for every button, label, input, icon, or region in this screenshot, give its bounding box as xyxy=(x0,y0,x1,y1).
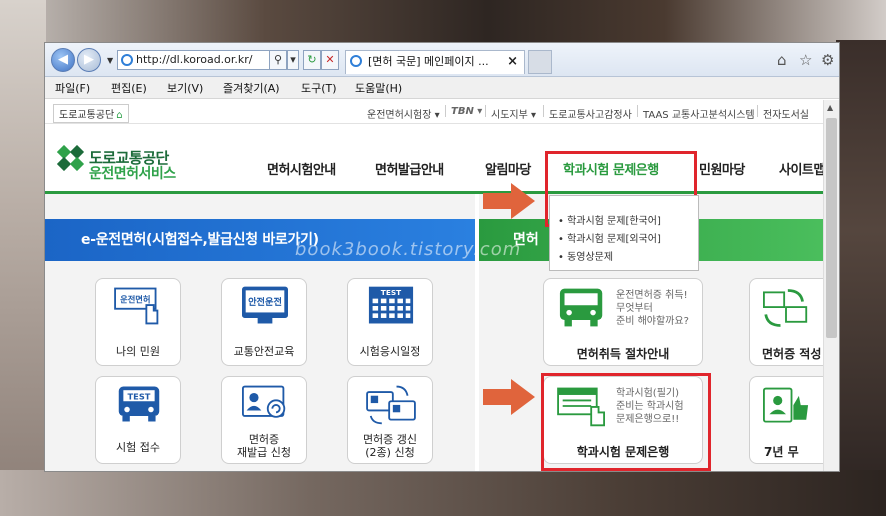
nav-issue-guide[interactable]: 면허발급안내 xyxy=(375,159,444,178)
koroad-logo-icon[interactable] xyxy=(57,145,87,171)
util-link-branch[interactable]: 시도지부 ▾ xyxy=(491,106,536,121)
dropdown-item-video[interactable]: • 동영상문제 xyxy=(558,248,613,263)
card-label: 면허증 갱신 (2종) 신청 xyxy=(362,433,418,459)
site-header: 도로교통공단 운전면허서비스 면허시험안내 면허발급안내 알림마당 학과시험 문… xyxy=(45,125,839,191)
refresh-icon[interactable]: ↻ xyxy=(303,50,321,70)
divider xyxy=(485,105,486,117)
nav-civil-service[interactable]: 민원마당 xyxy=(699,159,745,178)
tab-ie-icon xyxy=(350,55,362,67)
desktop-background-left xyxy=(0,0,46,516)
card-note: 운전면허증 취득! 무엇부터 준비 해야할까요? xyxy=(616,290,689,327)
calendar-icon: TEST xyxy=(368,286,414,324)
license-thumbs-up-icon xyxy=(763,387,809,423)
dropdown-item-foreign[interactable]: • 학과시험 문제[외국어] xyxy=(558,230,661,245)
watermark-text: book3book.tistory.com xyxy=(295,239,522,260)
card-exam-registration[interactable]: TEST 시험 접수 xyxy=(95,376,181,464)
card-renewal[interactable]: 면허증 갱신 (2종) 신청 xyxy=(347,376,433,464)
bus-icon: TEST xyxy=(118,386,160,422)
util-link-library[interactable]: 전자도서실 xyxy=(763,106,809,121)
url-text: http://dl.koroad.or.kr/ xyxy=(136,53,253,66)
arrow-right-icon xyxy=(483,379,535,415)
desktop-background-bottom xyxy=(0,470,886,516)
menu-bar: 파일(F) 편집(E) 보기(V) 즐겨찾기(A) 도구(T) 도움말(H) xyxy=(45,77,839,99)
logo-subtitle[interactable]: 운전면허서비스 xyxy=(89,163,176,183)
scroll-up-icon[interactable]: ▲ xyxy=(827,103,833,112)
card-label: 교통안전교육 xyxy=(233,345,295,358)
vertical-scrollbar[interactable]: ▲ xyxy=(823,100,839,471)
settings-gear-icon[interactable]: ⚙ xyxy=(821,51,834,69)
search-icon[interactable]: ⚲ xyxy=(269,50,287,70)
license-icon-text: 운전면허 xyxy=(120,294,150,304)
divider xyxy=(543,105,544,117)
divider xyxy=(445,105,446,117)
new-tab-button[interactable] xyxy=(528,50,552,74)
license-reissue-icon xyxy=(242,385,286,418)
desktop-background-right xyxy=(836,40,886,516)
e-license-panel: e-운전면허(시험접수,발급신청 바로가기) 운전면허 나의 민원 안전운전 교… xyxy=(45,194,475,471)
monitor-icon-text: 안전운전 xyxy=(248,296,282,308)
url-dropdown-icon[interactable]: ▾ xyxy=(287,50,299,70)
question-bank-dropdown: • 학과시험 문제[한국어] • 학과시험 문제[외국어] • 동영상문제 xyxy=(549,195,699,271)
card-label: 면허증 재발급 신청 xyxy=(236,433,292,459)
dropdown-item-korean[interactable]: • 학과시험 문제[한국어] xyxy=(558,212,661,227)
nav-exam-guide[interactable]: 면허시험안내 xyxy=(267,159,336,178)
card-my-civil[interactable]: 운전면허 나의 민원 xyxy=(95,278,181,366)
bus-icon-text: TEST xyxy=(128,391,151,401)
divider xyxy=(757,105,758,117)
stop-icon[interactable]: ✕ xyxy=(321,50,339,70)
green-bus-icon xyxy=(559,288,603,327)
card-safety-education[interactable]: 안전운전 교통안전교육 xyxy=(221,278,307,366)
url-input[interactable]: http://dl.koroad.or.kr/ xyxy=(117,50,287,70)
scrollbar-thumb[interactable] xyxy=(826,118,837,338)
history-dropdown-icon[interactable]: ▼ xyxy=(107,56,113,65)
browser-window: ◀ ▶ ▼ http://dl.koroad.or.kr/ ⚲ ▾ ↻ ✕ [면… xyxy=(44,42,840,472)
koroad-home-link[interactable]: 도로교통공단 ⌂ xyxy=(53,104,129,123)
tab-title: [면허 국문] 메인페이지 ... xyxy=(368,55,489,68)
menu-tools[interactable]: 도구(T) xyxy=(301,80,337,96)
utility-bar: 도로교통공단 ⌂ 운전면허시험장 ▾ TBN ▾ 시도지부 ▾ 도로교통사고감정사… xyxy=(45,100,839,124)
ie-icon xyxy=(121,54,133,66)
card-exam-schedule[interactable]: TEST 시험응시일정 xyxy=(347,278,433,366)
forward-button[interactable]: ▶ xyxy=(77,48,101,72)
arrow-right-icon xyxy=(483,183,535,219)
back-button[interactable]: ◀ xyxy=(51,48,75,72)
nav-notice[interactable]: 알림마당 xyxy=(485,159,531,178)
address-bar: ◀ ▶ ▼ http://dl.koroad.or.kr/ ⚲ ▾ ↻ ✕ [면… xyxy=(45,43,839,77)
home-icon[interactable]: ⌂ xyxy=(777,51,787,69)
desktop-background-top xyxy=(0,0,886,44)
menu-edit[interactable]: 편집(E) xyxy=(111,80,147,96)
license-renewal-icon xyxy=(366,385,416,425)
util-link-taas[interactable]: TAAS 교통사고분석시스템 xyxy=(643,106,755,121)
koroad-home-label: 도로교통공단 xyxy=(59,110,115,121)
menu-favorites[interactable]: 즐겨찾기(A) xyxy=(223,80,280,96)
card-reissue[interactable]: 면허증 재발급 신청 xyxy=(221,376,307,464)
monitor-icon: 안전운전 xyxy=(242,286,288,324)
card-label: 나의 민원 xyxy=(116,345,160,358)
menu-file[interactable]: 파일(F) xyxy=(55,80,90,96)
close-tab-icon[interactable]: × xyxy=(507,51,518,73)
browser-tab[interactable]: [면허 국문] 메인페이지 ... × xyxy=(345,50,525,74)
home-icon: ⌂ xyxy=(116,110,123,121)
menu-view[interactable]: 보기(V) xyxy=(167,80,203,96)
util-link-tbn[interactable]: TBN ▾ xyxy=(451,106,482,117)
util-link-test-center[interactable]: 운전면허시험장 ▾ xyxy=(367,106,440,121)
card-label: 면허취득 절차안내 xyxy=(576,347,670,361)
nav-sitemap[interactable]: 사이트맵 xyxy=(779,159,825,178)
license-hand-icon: 운전면허 xyxy=(114,287,159,325)
aptitude-cycle-icon xyxy=(763,289,808,327)
calendar-icon-text: TEST xyxy=(381,288,401,297)
favorites-star-icon[interactable]: ☆ xyxy=(799,51,812,69)
card-license-procedure[interactable]: 운전면허증 취득! 무엇부터 준비 해야할까요? 면허취득 절차안내 xyxy=(543,278,703,366)
card-label: 시험 접수 xyxy=(116,441,160,454)
menu-help[interactable]: 도움말(H) xyxy=(355,80,402,96)
util-link-appraiser[interactable]: 도로교통사고감정사 xyxy=(549,106,632,121)
divider xyxy=(637,105,638,117)
card-label: 시험응시일정 xyxy=(359,345,421,358)
highlight-question-bank-card xyxy=(541,373,711,471)
